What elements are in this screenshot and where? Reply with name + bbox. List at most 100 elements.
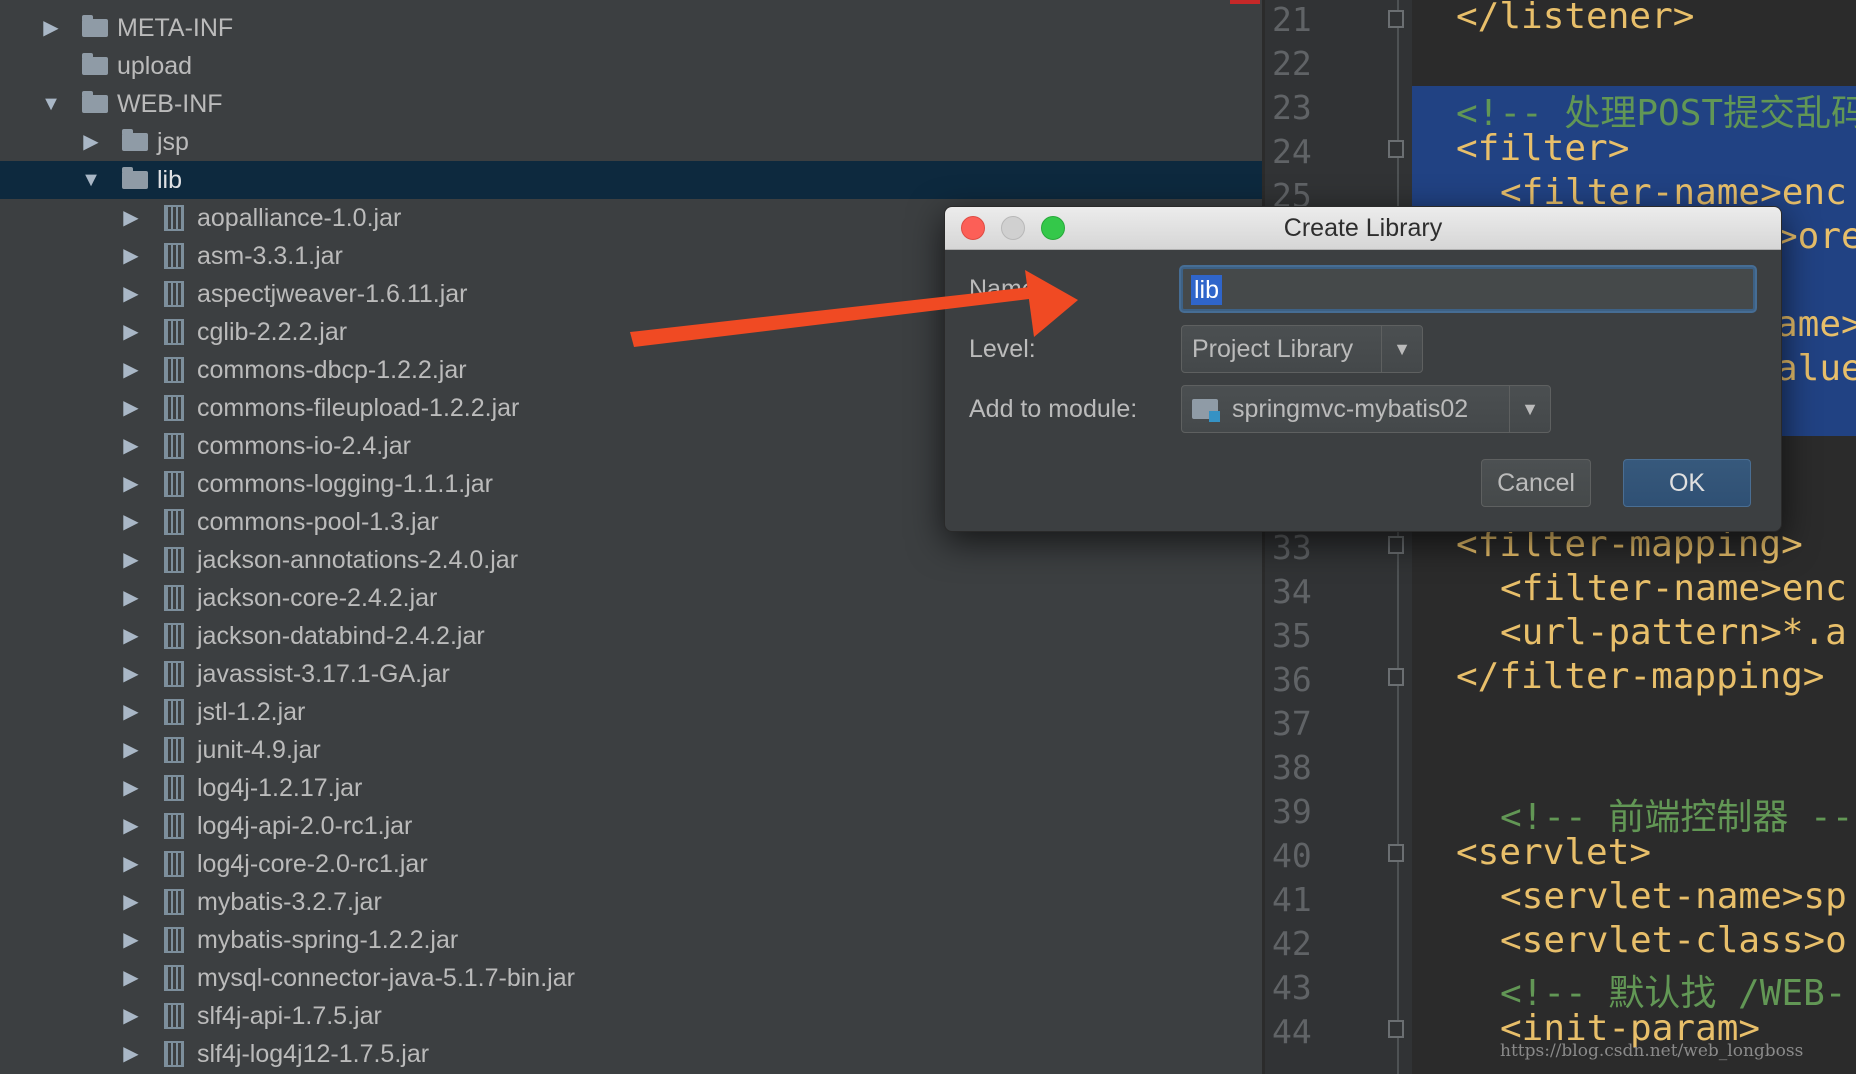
expand-arrow-icon[interactable]: ▶ — [116, 617, 146, 655]
tree-item-label: aopalliance-1.0.jar — [197, 204, 402, 232]
cancel-button[interactable]: Cancel — [1481, 459, 1591, 507]
expand-arrow-icon[interactable]: ▶ — [116, 655, 146, 693]
fold-marker-icon[interactable] — [1388, 10, 1404, 28]
jar-icon — [164, 1003, 184, 1029]
tree-item-label: jackson-core-2.4.2.jar — [197, 584, 438, 612]
expand-arrow-icon[interactable]: ▶ — [116, 1035, 146, 1073]
expand-arrow-icon[interactable]: ▶ — [116, 997, 146, 1035]
tree-row[interactable]: ▶ mybatis-spring-1.2.2.jar — [0, 921, 1262, 959]
code-line: </filter-mapping> — [1456, 656, 1825, 697]
jar-icon — [164, 585, 184, 611]
jar-icon — [164, 1041, 184, 1067]
line-number: 36 — [1272, 660, 1312, 699]
line-number: 44 — [1272, 1012, 1312, 1051]
fold-marker-icon[interactable] — [1388, 668, 1404, 686]
tree-item-label: WEB-INF — [117, 90, 223, 118]
line-number: 22 — [1272, 44, 1312, 83]
expand-arrow-icon[interactable]: ▶ — [36, 9, 66, 47]
dropdown-arrow-icon[interactable]: ▼ — [1383, 326, 1421, 372]
expand-arrow-icon[interactable]: ▶ — [116, 769, 146, 807]
tree-row[interactable]: ▶ slf4j-api-1.7.5.jar — [0, 997, 1262, 1035]
expand-arrow-icon[interactable]: ▶ — [116, 541, 146, 579]
code-line: <url-pattern>*.a — [1500, 612, 1847, 653]
module-icon — [1192, 399, 1220, 422]
module-select[interactable]: springmvc-mybatis02 ▼ — [1181, 385, 1551, 433]
expand-arrow-icon[interactable]: ▶ — [116, 807, 146, 845]
project-tree[interactable]: ▶ META-INF upload ▼ WEB-INF ▶ jsp ▼ lib ▶ aopallia… — [0, 0, 1262, 1074]
expand-arrow-icon[interactable]: ▶ — [116, 237, 146, 275]
code-line: <servlet-class>o — [1500, 920, 1847, 961]
folder-icon — [82, 15, 108, 37]
line-number: 21 — [1272, 0, 1312, 39]
expand-arrow-icon[interactable]: ▶ — [116, 275, 146, 313]
dialog-titlebar[interactable]: Create Library — [945, 207, 1781, 250]
expand-arrow-icon[interactable]: ▶ — [116, 465, 146, 503]
tree-item-label: lib — [157, 166, 183, 194]
tree-row[interactable]: ▶ slf4j-log4j12-1.7.5.jar — [0, 1035, 1262, 1073]
watermark: https://blog.csdn.net/web_longboss — [1500, 1041, 1804, 1061]
line-number: 39 — [1272, 792, 1312, 831]
expand-arrow-icon[interactable]: ▶ — [116, 959, 146, 997]
tree-row[interactable]: ▶ mybatis-3.2.7.jar — [0, 883, 1262, 921]
tree-row[interactable]: ▶ jackson-core-2.4.2.jar — [0, 579, 1262, 617]
tree-item-label: jstl-1.2.jar — [197, 698, 306, 726]
jar-icon — [164, 357, 184, 383]
tree-item-label: slf4j-api-1.7.5.jar — [197, 1002, 382, 1030]
folder-icon — [82, 91, 108, 113]
expand-arrow-icon[interactable]: ▶ — [76, 123, 106, 161]
expand-arrow-icon[interactable]: ▶ — [116, 579, 146, 617]
tree-item-label: jackson-annotations-2.4.0.jar — [197, 546, 519, 574]
tree-row[interactable]: upload — [0, 47, 1262, 85]
code-line: </listener> — [1456, 0, 1695, 37]
tree-item-label: mysql-connector-java-5.1.7-bin.jar — [197, 964, 575, 992]
library-name-input[interactable]: lib — [1181, 267, 1755, 311]
tree-row[interactable]: ▼ lib — [0, 161, 1262, 199]
ok-button[interactable]: OK — [1623, 459, 1751, 507]
tree-row[interactable]: ▶ jackson-databind-2.4.2.jar — [0, 617, 1262, 655]
expand-arrow-icon[interactable]: ▶ — [116, 427, 146, 465]
expand-arrow-icon[interactable]: ▶ — [116, 693, 146, 731]
jar-icon — [164, 851, 184, 877]
tree-row[interactable]: ▶ log4j-core-2.0-rc1.jar — [0, 845, 1262, 883]
line-number: 34 — [1272, 572, 1312, 611]
jar-icon — [164, 433, 184, 459]
tree-row[interactable]: ▶ jstl-1.2.jar — [0, 693, 1262, 731]
tree-row[interactable]: ▶ javassist-3.17.1-GA.jar — [0, 655, 1262, 693]
expand-arrow-icon[interactable]: ▶ — [116, 731, 146, 769]
tree-row[interactable]: ▶ jackson-annotations-2.4.0.jar — [0, 541, 1262, 579]
tree-row[interactable]: ▼ WEB-INF — [0, 85, 1262, 123]
expand-arrow-icon[interactable]: ▶ — [116, 921, 146, 959]
tree-row[interactable]: ▶ jsp — [0, 123, 1262, 161]
collapse-arrow-icon[interactable]: ▼ — [36, 85, 66, 123]
code-line: <servlet-name>sp — [1500, 876, 1847, 917]
tree-row[interactable]: ▶ log4j-1.2.17.jar — [0, 769, 1262, 807]
level-select[interactable]: Project Library ▼ — [1181, 325, 1423, 373]
expand-arrow-icon[interactable]: ▶ — [116, 351, 146, 389]
fold-marker-icon[interactable] — [1388, 1020, 1404, 1038]
folder-icon — [122, 129, 148, 151]
expand-arrow-icon[interactable]: ▶ — [116, 313, 146, 351]
tree-item-label: jsp — [157, 128, 189, 156]
tree-row[interactable]: ▶ junit-4.9.jar — [0, 731, 1262, 769]
expand-arrow-icon[interactable]: ▶ — [116, 503, 146, 541]
line-number: 24 — [1272, 132, 1312, 171]
tree-row[interactable]: ▶ log4j-api-2.0-rc1.jar — [0, 807, 1262, 845]
jar-icon — [164, 547, 184, 573]
dropdown-arrow-icon[interactable]: ▼ — [1511, 386, 1549, 432]
tree-row[interactable]: ▶ mysql-connector-java-5.1.7-bin.jar — [0, 959, 1262, 997]
tree-item-label: log4j-api-2.0-rc1.jar — [197, 812, 413, 840]
expand-arrow-icon[interactable]: ▶ — [116, 389, 146, 427]
fold-marker-icon[interactable] — [1388, 140, 1404, 158]
expand-arrow-icon[interactable]: ▶ — [116, 883, 146, 921]
expand-arrow-icon[interactable]: ▶ — [116, 199, 146, 237]
fold-marker-icon[interactable] — [1388, 536, 1404, 554]
tree-item-label: junit-4.9.jar — [197, 736, 321, 764]
jar-icon — [164, 319, 184, 345]
jar-icon — [164, 509, 184, 535]
tree-item-label: mybatis-spring-1.2.2.jar — [197, 926, 459, 954]
collapse-arrow-icon[interactable]: ▼ — [76, 161, 106, 199]
fold-marker-icon[interactable] — [1388, 844, 1404, 862]
tree-row[interactable]: ▶ META-INF — [0, 9, 1262, 47]
tree-item-label: aspectjweaver-1.6.11.jar — [197, 280, 468, 308]
expand-arrow-icon[interactable]: ▶ — [116, 845, 146, 883]
